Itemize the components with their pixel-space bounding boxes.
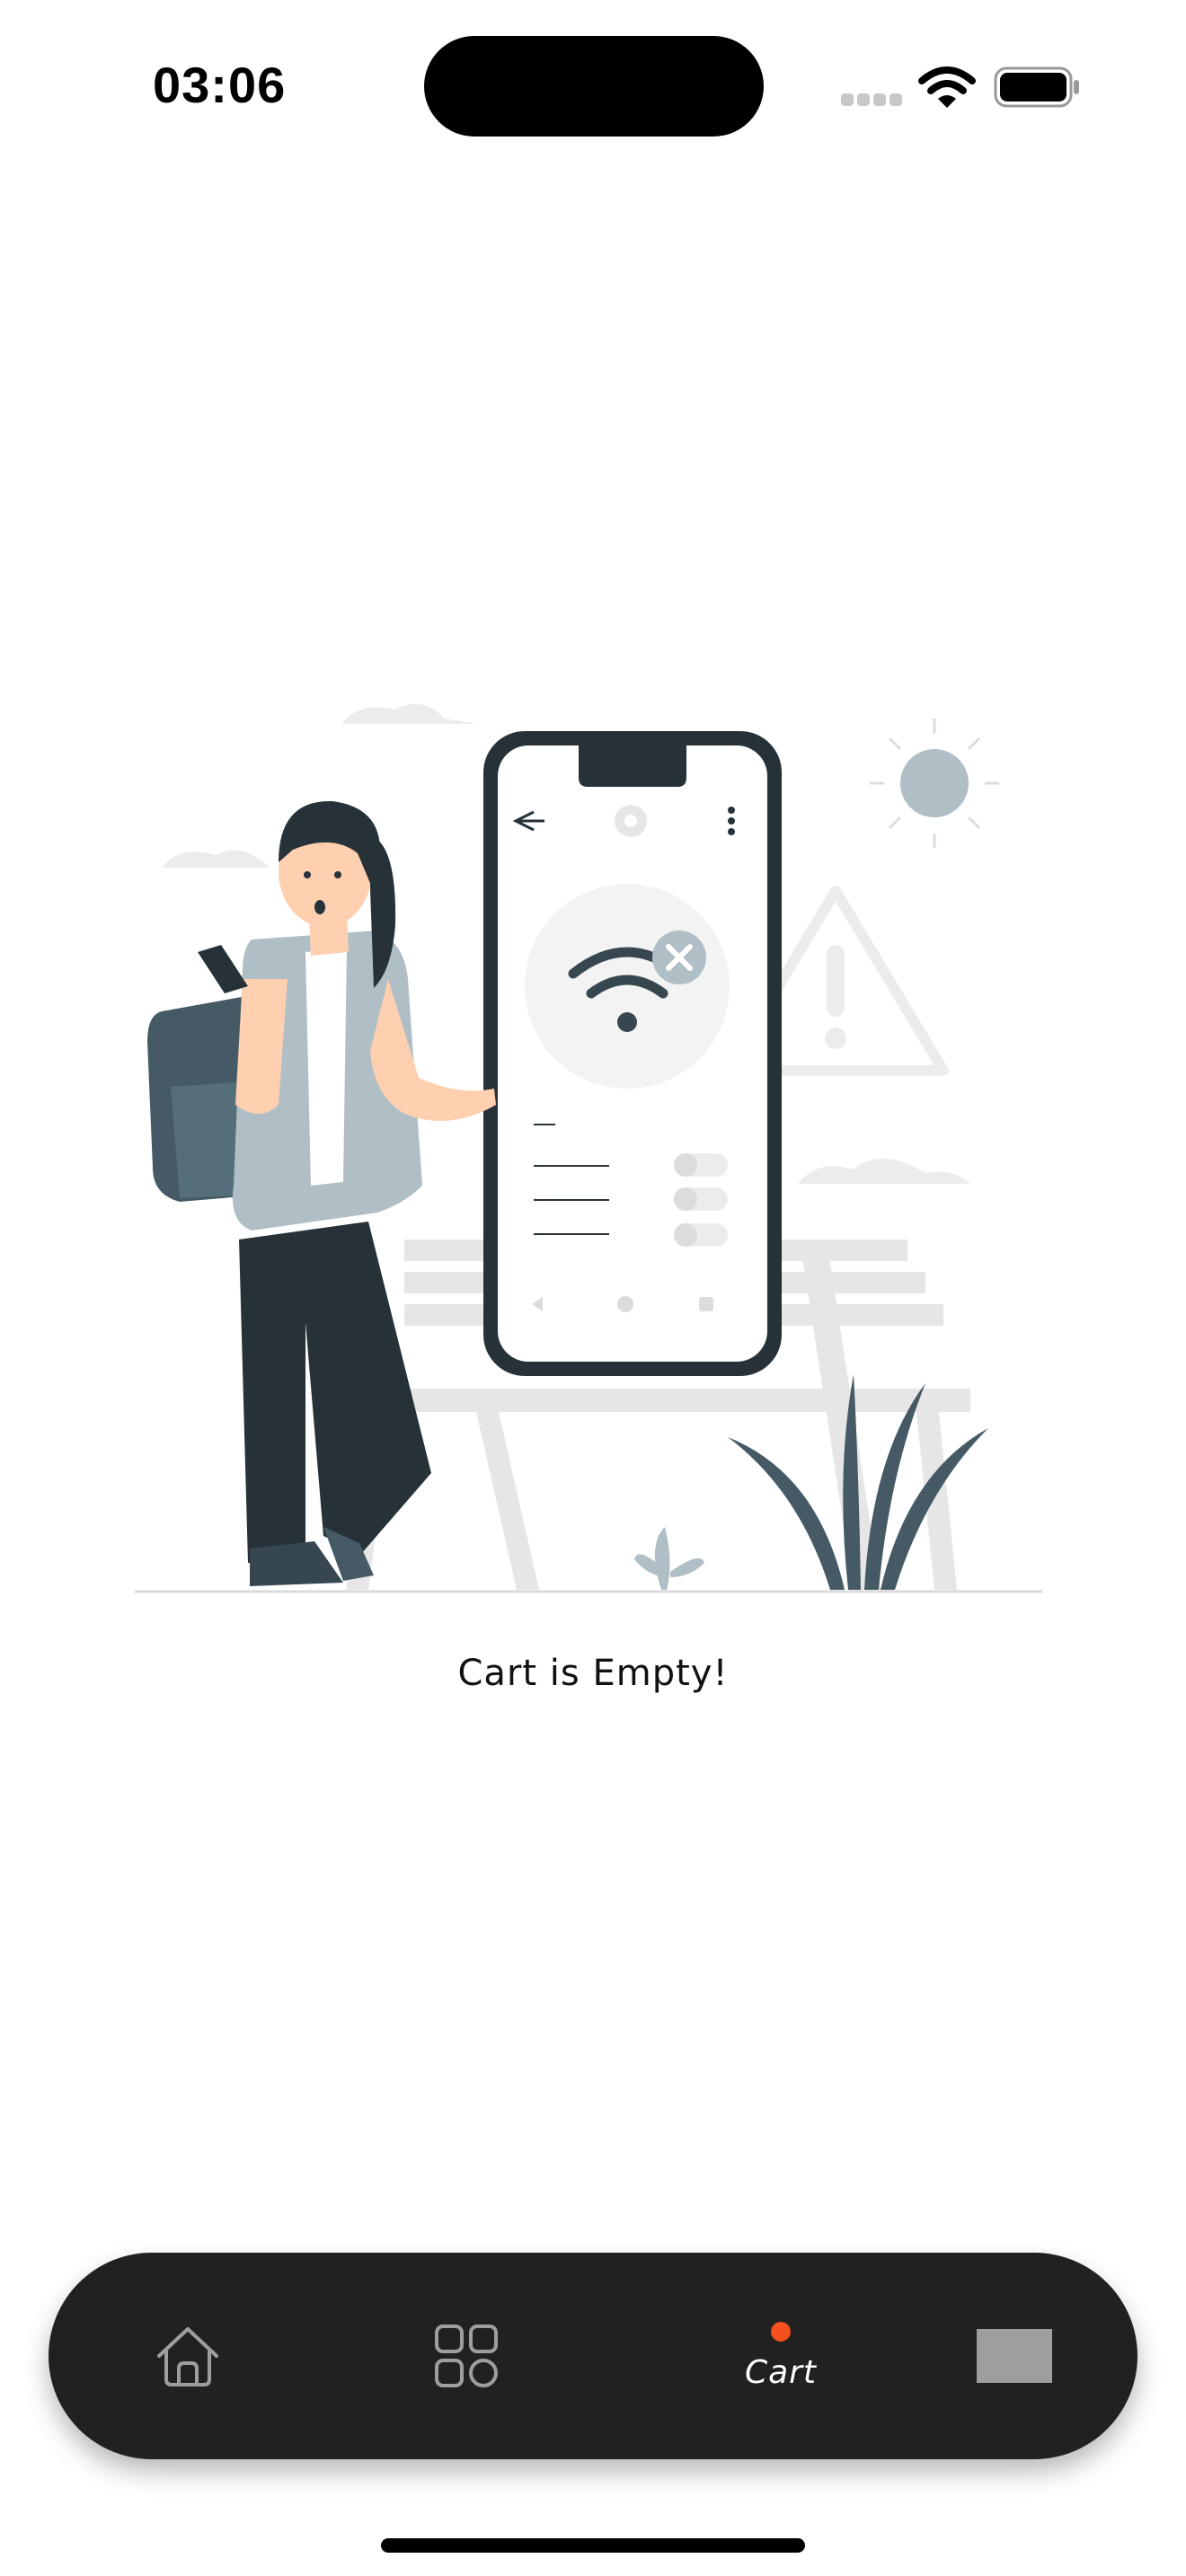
- tab-categories[interactable]: [408, 2253, 525, 2459]
- cellular-signal-icon: [841, 93, 904, 108]
- tab-cart-label: Cart: [744, 2353, 818, 2391]
- wifi-icon: [918, 66, 976, 108]
- profile-placeholder-icon: [977, 2329, 1052, 2383]
- tab-cart[interactable]: Cart: [668, 2253, 893, 2459]
- home-indicator: [381, 2538, 805, 2553]
- dynamic-island: [424, 36, 764, 137]
- bottom-tab-bar: Cart: [49, 2253, 1137, 2459]
- tab-profile[interactable]: [947, 2253, 1082, 2459]
- tab-home[interactable]: [129, 2253, 246, 2459]
- empty-cart-illustration: [135, 703, 1042, 1593]
- grid-icon: [435, 2325, 498, 2387]
- empty-cart-message: Cart is Empty!: [457, 1653, 729, 1694]
- home-icon: [157, 2327, 218, 2386]
- status-bar: 03:06: [0, 0, 1186, 171]
- battery-icon: [994, 66, 1079, 108]
- active-tab-indicator: [771, 2321, 791, 2342]
- status-time: 03:06: [153, 57, 287, 113]
